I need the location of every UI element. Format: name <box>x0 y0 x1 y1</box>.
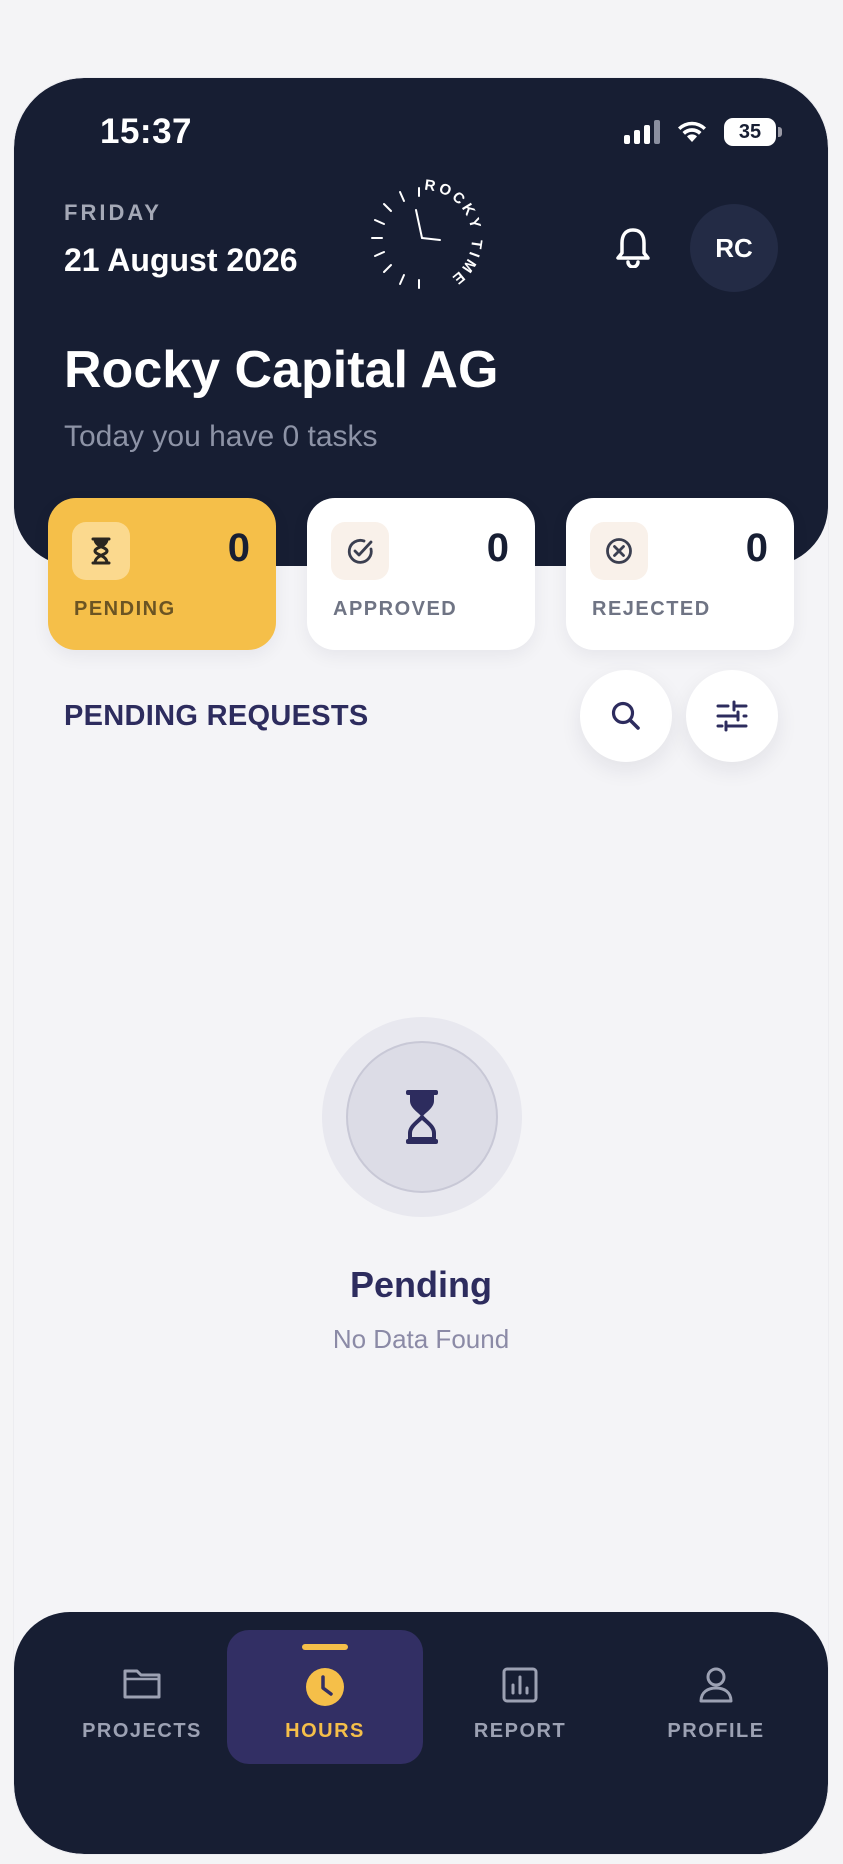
hourglass-icon <box>406 1090 438 1144</box>
bottom-nav: PROJECTS HOURS REPORT PROFILE <box>14 1612 828 1854</box>
empty-state-message: No Data Found <box>332 1324 510 1354</box>
bell-icon <box>616 228 650 268</box>
approved-label: APPROVED <box>333 598 458 620</box>
stat-card-rejected[interactable]: 0 REJECTED <box>566 498 794 650</box>
svg-text:ROCKY TIME: ROCKY TIME <box>423 177 485 290</box>
bar-chart-icon <box>502 1667 538 1703</box>
notifications-button[interactable] <box>606 220 660 274</box>
app-screen: 15:37 35 FRIDAY 21 August 2026 ROCKY TIM… <box>14 78 828 1854</box>
nav-label-report: REPORT <box>473 1720 567 1742</box>
rejected-count: 0 <box>745 526 768 570</box>
nav-label-hours: HOURS <box>285 1720 365 1742</box>
tasks-subtitle: Today you have 0 tasks <box>64 420 378 453</box>
clock-icon <box>306 1668 344 1706</box>
company-name: Rocky Capital AG <box>64 341 499 399</box>
nav-item-report[interactable]: REPORT <box>422 1630 618 1764</box>
user-icon <box>699 1667 733 1703</box>
hourglass-icon <box>91 537 111 565</box>
empty-state-title: Pending <box>350 1264 492 1305</box>
filter-sliders-icon <box>716 700 748 732</box>
x-circle-icon <box>606 538 632 564</box>
nav-item-projects[interactable]: PROJECTS <box>44 1630 240 1764</box>
folder-icon <box>123 1669 161 1699</box>
search-icon <box>611 701 640 730</box>
battery-icon: 35 <box>724 118 782 146</box>
filter-button[interactable] <box>686 670 778 762</box>
active-indicator <box>302 1644 348 1650</box>
avatar[interactable]: RC <box>690 204 778 292</box>
nav-item-profile[interactable]: PROFILE <box>618 1630 814 1764</box>
nav-item-hours[interactable]: HOURS <box>227 1630 423 1764</box>
wifi-icon <box>678 121 706 142</box>
nav-label-profile: PROFILE <box>667 1720 765 1742</box>
signal-icon <box>624 120 660 144</box>
stat-card-pending[interactable]: 0 PENDING <box>48 498 276 650</box>
day-label: FRIDAY <box>64 200 162 225</box>
section-title: PENDING REQUESTS <box>64 700 369 732</box>
approved-count: 0 <box>486 526 509 570</box>
search-button[interactable] <box>580 670 672 762</box>
date-label: 21 August 2026 <box>64 242 298 278</box>
header: 15:37 35 FRIDAY 21 August 2026 ROCKY TIM… <box>14 78 828 566</box>
status-time: 15:37 <box>100 112 193 151</box>
stat-card-approved[interactable]: 0 APPROVED <box>307 498 535 650</box>
check-circle-icon <box>347 538 373 564</box>
logo-text: ROCKY TIME <box>423 177 482 290</box>
rejected-label: REJECTED <box>592 598 711 620</box>
pending-label: PENDING <box>74 598 176 620</box>
rocky-time-logo: ROCKY TIME <box>371 177 485 290</box>
pending-count: 0 <box>227 526 250 570</box>
status-icons: 35 <box>624 118 782 146</box>
nav-label-projects: PROJECTS <box>82 1720 202 1742</box>
empty-state-illustration <box>322 1017 522 1217</box>
